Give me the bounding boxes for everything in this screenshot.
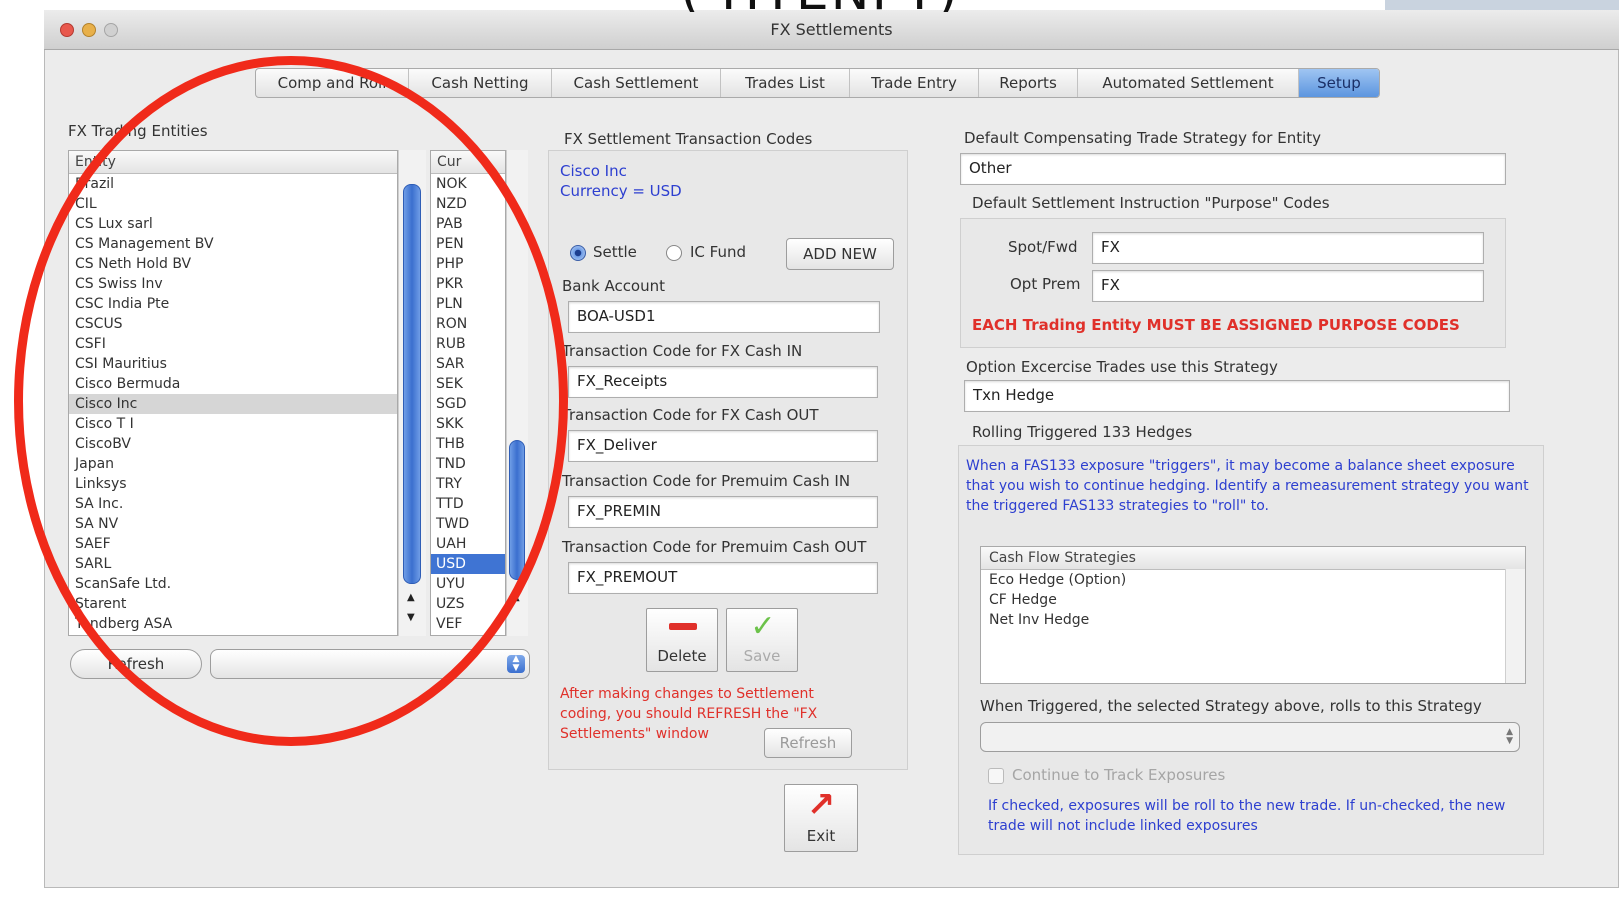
prem-in-label: Transaction Code for Premuim Cash IN (562, 472, 851, 490)
spot-fwd-label: Spot/Fwd (1008, 238, 1078, 256)
minus-icon (669, 623, 697, 630)
spot-fwd-field[interactable]: FX (1092, 232, 1484, 264)
zoom-window-button[interactable] (104, 23, 118, 37)
window-title: FX Settlements (770, 20, 893, 39)
tab-trades-list[interactable]: Trades List (721, 69, 850, 97)
opt-prem-label: Opt Prem (1010, 275, 1081, 293)
tab-bar: Comp and Roll Cash Netting Cash Settleme… (255, 68, 1380, 98)
rolling-description: When a FAS133 exposure "triggers", it ma… (966, 458, 1529, 514)
exit-arrow-icon: ↗ (806, 785, 836, 825)
continue-tracking-note: If checked, exposures will be roll to th… (988, 798, 1506, 834)
radio-ic-fund-label: IC Fund (690, 243, 747, 261)
prem-out-label: Transaction Code for Premuim Cash OUT (562, 538, 867, 556)
cf-strategy-item[interactable]: Eco Hedge (Option) (981, 570, 1525, 590)
rolling-hedges-label: Rolling Triggered 133 Hedges (972, 423, 1193, 441)
tab-trade-entry[interactable]: Trade Entry (850, 69, 979, 97)
option-strategy-label: Option Excercise Trades use this Strateg… (966, 358, 1278, 376)
opt-prem-field[interactable]: FX (1092, 270, 1484, 302)
bank-account-field[interactable]: BOA-USD1 (568, 301, 880, 333)
delete-button-label: Delete (657, 647, 707, 665)
checkmark-icon: ✓ (750, 609, 776, 644)
prem-in-field[interactable]: FX_PREMIN (568, 496, 878, 528)
tab-cash-netting[interactable]: Cash Netting (409, 69, 552, 97)
cf-scrollbar[interactable] (1505, 569, 1525, 683)
tab-cash-settlement[interactable]: Cash Settlement (552, 69, 721, 97)
minimize-window-button[interactable] (82, 23, 96, 37)
overlay-heading: ( HTENPY) (640, 0, 1000, 12)
exit-button-label: Exit (806, 827, 836, 845)
cf-strategies-header: Cash Flow Strategies (981, 547, 1525, 570)
txn-refresh-button[interactable]: Refresh (764, 728, 852, 758)
cash-in-field[interactable]: FX_Receipts (568, 366, 878, 398)
cf-strategy-item[interactable]: CF Hedge (981, 590, 1525, 610)
select-arrows-icon: ▲ ▼ (1506, 727, 1513, 746)
bank-account-label: Bank Account (562, 277, 666, 295)
default-strategy-label: Default Compensating Trade Strategy for … (964, 129, 1322, 147)
purpose-warning: EACH Trading Entity MUST BE ASSIGNED PUR… (972, 316, 1460, 334)
annotation-circle (14, 56, 568, 746)
continue-tracking-checkbox[interactable] (988, 768, 1004, 784)
cf-strategy-item[interactable]: Net Inv Hedge (981, 610, 1525, 630)
exit-button[interactable]: ↗ Exit (784, 784, 858, 852)
save-button[interactable]: ✓ Save (726, 608, 798, 672)
cash-in-label: Transaction Code for FX Cash IN (562, 342, 803, 360)
title-bar: FX Settlements (44, 10, 1619, 50)
txn-currency-line: Currency = USD (560, 182, 682, 200)
txn-entity-line: Cisco Inc (560, 162, 627, 180)
close-window-button[interactable] (60, 23, 74, 37)
tab-reports[interactable]: Reports (979, 69, 1078, 97)
default-strategy-field[interactable]: Other (960, 153, 1506, 185)
cash-out-field[interactable]: FX_Deliver (568, 430, 878, 462)
prem-out-field[interactable]: FX_PREMOUT (568, 562, 878, 594)
triggered-strategy-select[interactable]: ▲ ▼ (980, 722, 1520, 752)
cash-out-label: Transaction Code for FX Cash OUT (562, 406, 819, 424)
add-new-button[interactable]: ADD NEW (786, 238, 894, 270)
radio-settle[interactable] (570, 245, 586, 261)
cash-flow-strategies-list[interactable]: Cash Flow Strategies Eco Hedge (Option) … (980, 546, 1526, 684)
triggered-label: When Triggered, the selected Strategy ab… (980, 697, 1482, 715)
purpose-codes-label: Default Settlement Instruction "Purpose"… (972, 194, 1330, 212)
radio-settle-label: Settle (593, 243, 637, 261)
select-stepper-icon: ▲ ▼ (507, 655, 525, 673)
save-button-label: Save (743, 647, 781, 665)
option-strategy-field[interactable]: Txn Hedge (964, 380, 1510, 412)
tab-automated-settlement[interactable]: Automated Settlement (1078, 69, 1299, 97)
delete-button[interactable]: Delete (646, 608, 718, 672)
tab-setup[interactable]: Setup (1299, 69, 1379, 97)
continue-tracking-label: Continue to Track Exposures (1012, 766, 1226, 784)
radio-ic-fund[interactable] (666, 245, 682, 261)
txn-section-label: FX Settlement Transaction Codes (564, 130, 813, 148)
